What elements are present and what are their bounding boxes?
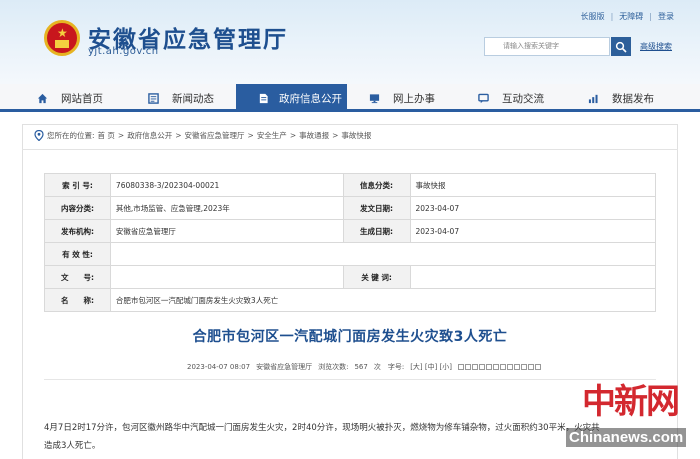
- news-icon: [148, 92, 159, 104]
- login-link[interactable]: 登录: [658, 11, 674, 22]
- meta-label: 关 键 词:: [342, 265, 411, 289]
- breadcrumb-item-accident-flash[interactable]: 事故快报: [341, 130, 371, 141]
- watermark-logo: 中新网: [582, 382, 680, 422]
- table-row: 有 效 性:: [44, 242, 657, 266]
- nav-label: 互动交流: [502, 92, 544, 105]
- meta-label: 索 引 号:: [44, 173, 111, 197]
- breadcrumb-sep: >: [332, 131, 339, 140]
- article-paragraph: 4月7日2时17分许，包河区徽州路华中汽配城一门面房发生火灾，2时40分许，现场…: [44, 423, 600, 433]
- article-title: 合肥市包河区一汽配城门面房发生火灾致3人死亡: [192, 329, 508, 345]
- table-row: 发布机构: 安徽省应急管理厅 生成日期: 2023-04-07: [44, 219, 657, 243]
- breadcrumb-item-department[interactable]: 安徽省应急管理厅: [185, 130, 245, 141]
- main-nav: 网站首页 新闻动态 政府信息公开 网上办事 互动交流 数据发布: [0, 84, 700, 112]
- chat-icon: [478, 93, 489, 103]
- monitor-icon: [369, 93, 380, 103]
- meta-value: 安徽省应急管理厅: [109, 219, 344, 243]
- meta-label: 发布机构:: [44, 219, 111, 243]
- views-count: 567: [354, 363, 368, 371]
- site-header: ★ 安徽省应急管理厅 yjt.ah.gov.cn 长服版 | 无障碍 | 登录 …: [0, 0, 700, 84]
- advanced-search-link[interactable]: 高级搜索: [640, 41, 672, 52]
- meta-value: 事故快报: [409, 173, 657, 197]
- accessibility-link[interactable]: 无障碍: [619, 11, 643, 22]
- elder-mode-link[interactable]: 长服版: [581, 11, 605, 22]
- nav-item-interaction[interactable]: 互动交流: [478, 84, 544, 112]
- meta-value: 2023-04-07: [409, 196, 657, 220]
- font-size-label: 次 字号:: [373, 363, 405, 371]
- breadcrumb-item-safety[interactable]: 安全生产: [257, 130, 287, 141]
- nav-item-home[interactable]: 网站首页: [37, 84, 103, 112]
- divider: [22, 149, 678, 150]
- meta-label: 发文日期:: [342, 196, 411, 220]
- breadcrumb-item-home[interactable]: 首 页: [98, 130, 115, 141]
- search-icon: [615, 41, 627, 53]
- nav-item-data-release[interactable]: 数据发布: [588, 84, 654, 112]
- meta-label: 生成日期:: [342, 219, 411, 243]
- document-icon: [259, 93, 268, 103]
- meta-label: 文 号:: [44, 265, 111, 289]
- top-links: 长服版 | 无障碍 | 登录: [581, 11, 674, 22]
- nav-label: 政府信息公开: [279, 92, 342, 105]
- nav-item-online-service[interactable]: 网上办事: [369, 84, 435, 112]
- nav-label: 新闻动态: [172, 92, 214, 105]
- rating-boxes[interactable]: [458, 364, 542, 370]
- meta-value: [109, 265, 344, 289]
- chart-icon: [588, 94, 598, 103]
- breadcrumb-label: 您所在的位置:: [47, 131, 95, 140]
- search-button[interactable]: [611, 37, 631, 56]
- breadcrumb-item-accident-report[interactable]: 事故通报: [299, 130, 329, 141]
- nav-label: 网上办事: [393, 92, 435, 105]
- article-paragraph: 造成3人死亡。: [44, 441, 101, 451]
- home-icon: [37, 93, 48, 103]
- national-emblem-icon: ★: [44, 20, 80, 56]
- watermark-text: Chinanews.com: [566, 428, 687, 447]
- article-body: 4月7日2时17分许，包河区徽州路华中汽配城一门面房发生火灾，2时40分许，现场…: [44, 419, 656, 455]
- table-row: 内容分类: 其他,市场监管、应急管理,2023年 发文日期: 2023-04-0…: [44, 196, 657, 220]
- nav-label: 数据发布: [612, 92, 654, 105]
- table-row: 索 引 号: 76080338-3/202304-00021 信息分类: 事故快…: [44, 173, 657, 197]
- nav-item-news[interactable]: 新闻动态: [148, 84, 214, 112]
- meta-label: 信息分类:: [342, 173, 411, 197]
- meta-value: 合肥市包河区一汽配城门面房发生火灾致3人死亡: [109, 288, 657, 312]
- views-label: 浏览次数:: [318, 363, 349, 371]
- breadcrumb-sep: >: [247, 131, 254, 140]
- meta-value: 76080338-3/202304-00021: [109, 173, 344, 197]
- breadcrumb-item-gov-info[interactable]: 政府信息公开: [127, 130, 172, 141]
- meta-label: 有 效 性:: [44, 242, 111, 266]
- article-source: 安徽省应急管理厅: [256, 363, 313, 371]
- article-date: 2023-04-07 08:07: [187, 363, 251, 371]
- nav-label: 网站首页: [61, 92, 103, 105]
- table-row: 名 称: 合肥市包河区一汽配城门面房发生火灾致3人死亡: [44, 288, 657, 312]
- meta-label: 内容分类:: [44, 196, 111, 220]
- article-meta: 2023-04-07 08:07 安徽省应急管理厅 浏览次数: 567 次 字号…: [187, 362, 542, 372]
- nav-item-gov-info[interactable]: 政府信息公开: [236, 84, 347, 112]
- meta-value: 2023-04-07: [409, 219, 657, 243]
- breadcrumb-sep: >: [289, 131, 297, 140]
- meta-value: 其他,市场监管、应急管理,2023年: [109, 196, 344, 220]
- meta-value: [409, 265, 657, 289]
- breadcrumb-sep: >: [117, 131, 125, 140]
- divider: |: [649, 12, 652, 21]
- font-size-options[interactable]: [大] [中] [小]: [410, 362, 452, 372]
- meta-label: 名 称:: [44, 288, 111, 312]
- search-input[interactable]: 请输入搜索关键字: [484, 37, 610, 56]
- divider: [44, 379, 656, 380]
- meta-value: [109, 242, 657, 266]
- location-pin-icon: [34, 130, 44, 141]
- breadcrumb-sep: >: [175, 131, 182, 140]
- site-domain: yjt.ah.gov.cn: [88, 46, 159, 57]
- breadcrumb: 您所在的位置: 首 页 > 政府信息公开 > 安徽省应急管理厅 > 安全生产 > 事故通…: [34, 130, 371, 141]
- table-row: 文 号: 关 键 词:: [44, 265, 657, 289]
- divider: |: [610, 12, 614, 21]
- document-meta-table: 索 引 号: 76080338-3/202304-00021 信息分类: 事故快…: [44, 173, 657, 312]
